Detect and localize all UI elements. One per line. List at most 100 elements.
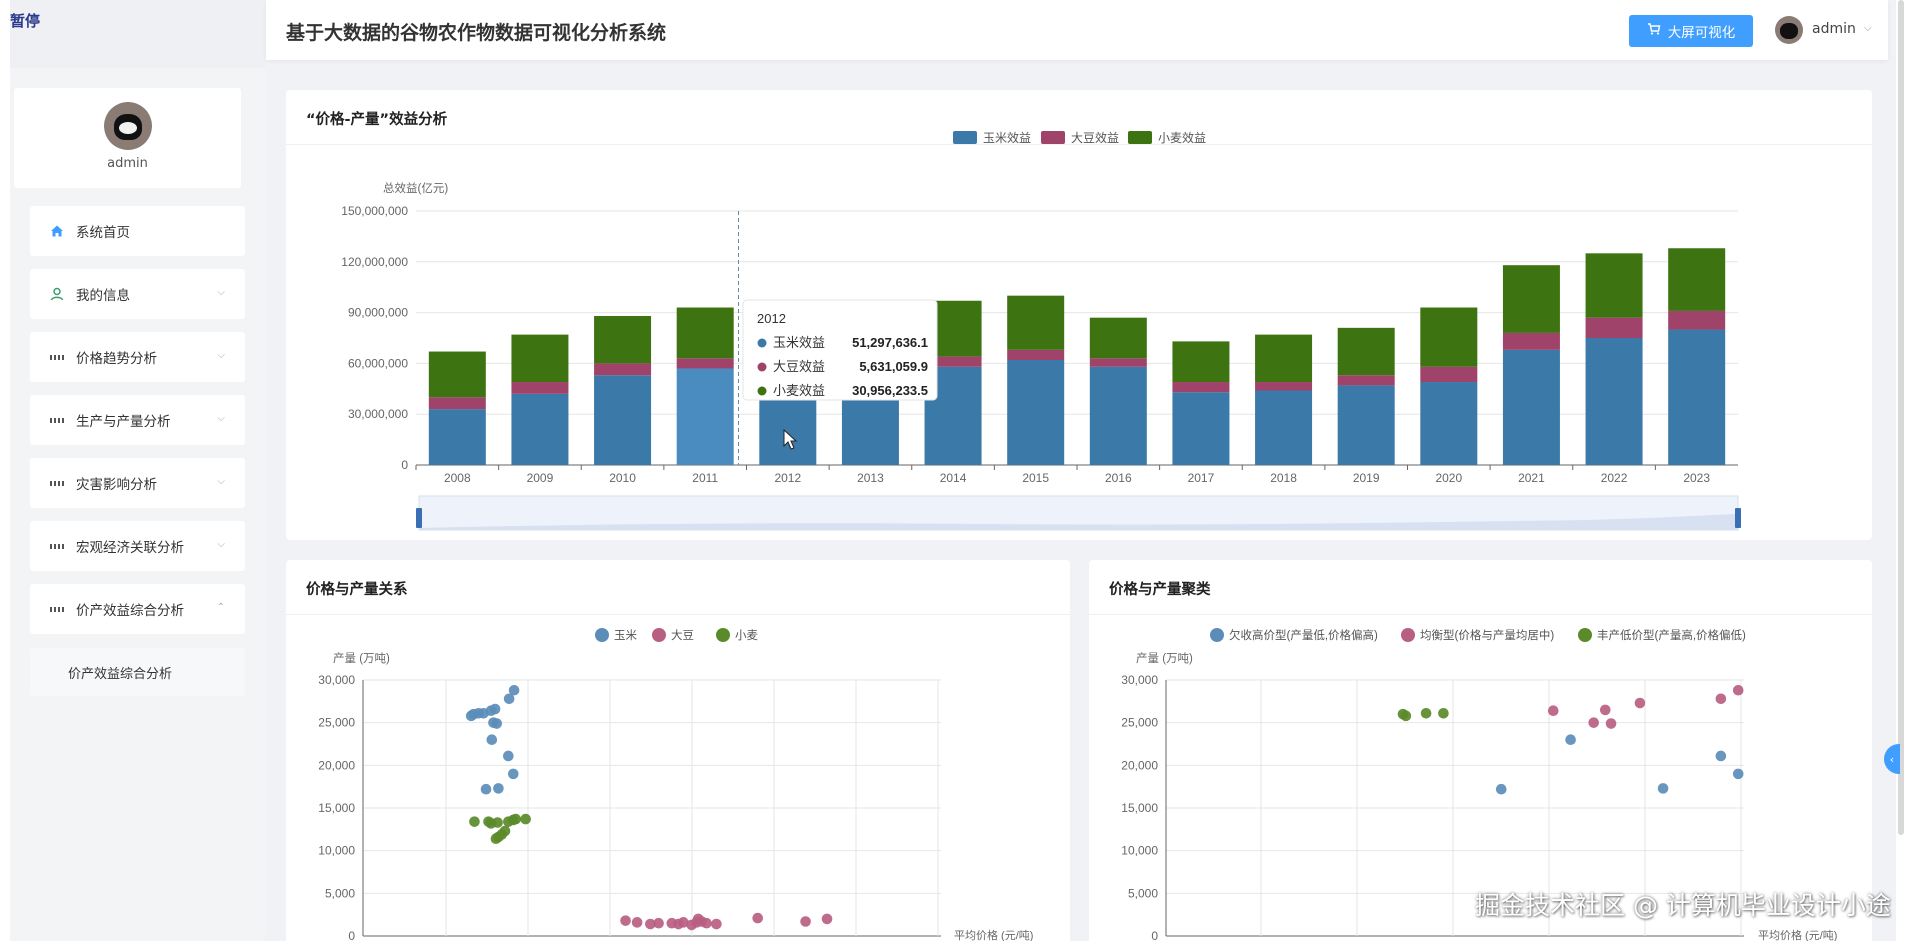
cluster-chart-card: 价格与产量聚类 欠收高价型(产量低,价格偏高) 均衡型(价格与产量均居中) 丰产低价… bbox=[1089, 560, 1872, 941]
sidebar-item-production[interactable]: 生产与产量分析 ⌵ bbox=[30, 395, 245, 445]
x-tick-label: 2022 bbox=[1601, 471, 1628, 485]
bar-wheat-2022 bbox=[1585, 253, 1643, 318]
submenu-item-price-benefit[interactable]: 价产效益综合分析 bbox=[30, 648, 245, 696]
y-tick-label: 0 bbox=[401, 458, 408, 472]
bar-wheat-2021 bbox=[1502, 265, 1560, 333]
x-tick-label: 2014 bbox=[940, 471, 967, 485]
bar-soy-2015 bbox=[1007, 349, 1065, 361]
bar-corn-2023 bbox=[1668, 329, 1726, 465]
bar-wheat-2011 bbox=[676, 307, 734, 359]
cluster-scatter-chart[interactable]: 欠收高价型(产量低,价格偏高) 均衡型(价格与产量均居中) 丰产低价型(产量高,价格… bbox=[1089, 560, 1872, 941]
y-tick-label: 10,000 bbox=[1121, 844, 1158, 858]
sidebar-logo-area bbox=[10, 0, 265, 68]
bar-wheat-2010 bbox=[594, 315, 652, 364]
point-1 bbox=[821, 913, 833, 925]
bar-soy-2010 bbox=[594, 363, 652, 376]
sidebar-item-label: 我的信息 bbox=[76, 288, 130, 304]
header-username[interactable]: admin bbox=[1812, 21, 1856, 37]
legend-marker bbox=[595, 628, 609, 642]
chevron-down-icon[interactable]: ⌵ bbox=[1864, 23, 1872, 34]
y-tick-label: 20,000 bbox=[1121, 758, 1158, 772]
sidebar-item-price-trend[interactable]: 价格趋势分析 ⌵ bbox=[30, 332, 245, 382]
chevron-down-icon: ⌵ bbox=[217, 539, 225, 550]
y-tick-label: 5,000 bbox=[1128, 886, 1158, 900]
chevron-down-icon: ⌵ bbox=[217, 287, 225, 298]
bar-corn-2017 bbox=[1172, 392, 1230, 465]
bar-corn-2019 bbox=[1337, 385, 1395, 465]
x-tick-label: 2008 bbox=[444, 471, 471, 485]
tooltip-value: 30,956,233.5 bbox=[852, 383, 928, 398]
bar-soy-2016 bbox=[1089, 358, 1147, 367]
collapse-tab-icon[interactable]: ‹ bbox=[1884, 744, 1900, 774]
x-tick-label: 2015 bbox=[1022, 471, 1049, 485]
point-0 bbox=[508, 684, 520, 696]
chevron-down-icon: ⌵ bbox=[217, 350, 225, 361]
scatter-chart-card: 价格与产量关系 玉米 大豆 小麦 产量 (万吨) 30,000 25,000 20,000 1… bbox=[286, 560, 1070, 941]
point-0 bbox=[1565, 734, 1576, 746]
scrollbar-thumb[interactable] bbox=[1898, 0, 1904, 835]
bar-wheat-2009 bbox=[511, 334, 569, 383]
y-tick-label: 10,000 bbox=[318, 844, 355, 858]
y-tick-label: 90,000,000 bbox=[348, 306, 408, 320]
bar-soy-2018 bbox=[1255, 382, 1313, 391]
pause-label[interactable]: 暂停 bbox=[10, 10, 40, 31]
sidebar-item-disaster[interactable]: 灾害影响分析 ⌵ bbox=[30, 458, 245, 508]
sidebar-item-my-info[interactable]: 我的信息 ⌵ bbox=[30, 269, 245, 319]
point-1 bbox=[752, 912, 763, 924]
point-2 bbox=[520, 813, 531, 825]
x-tick-label: 2021 bbox=[1518, 471, 1545, 485]
grid-icon bbox=[50, 413, 64, 427]
stacked-bar-chart[interactable]: 玉米效益 大豆效益 小麦效益总效益(亿元)150,000,000120,000,00… bbox=[286, 90, 1872, 540]
avatar[interactable] bbox=[103, 102, 152, 150]
bar-wheat-2008 bbox=[428, 351, 486, 398]
x-tick-label: 2017 bbox=[1188, 471, 1215, 485]
point-1 bbox=[1588, 717, 1600, 728]
bar-soy-2023 bbox=[1668, 310, 1726, 330]
point-0 bbox=[491, 718, 503, 729]
legend-swatch bbox=[1041, 131, 1065, 144]
point-2 bbox=[469, 816, 480, 827]
sidebar-item-home[interactable]: 系统首页 bbox=[30, 206, 245, 256]
sidebar-item-price-benefit[interactable]: 价产效益综合分析 ⌃ bbox=[30, 584, 245, 634]
header-avatar[interactable] bbox=[1775, 16, 1803, 44]
point-2 bbox=[499, 825, 511, 837]
y-tick-label: 120,000,000 bbox=[341, 255, 408, 269]
point-1 bbox=[620, 915, 631, 926]
chevron-up-icon: ⌃ bbox=[216, 602, 225, 613]
x-tick-label: 2011 bbox=[692, 471, 718, 485]
cart-icon bbox=[1647, 22, 1661, 40]
point-2 bbox=[492, 817, 503, 828]
sidebar-item-macro[interactable]: 宏观经济关联分析 ⌵ bbox=[30, 521, 245, 571]
bar-wheat-2018 bbox=[1255, 334, 1313, 383]
point-1 bbox=[1605, 718, 1617, 729]
sidebar-item-label: 灾害影响分析 bbox=[76, 477, 157, 493]
point-1 bbox=[1599, 704, 1611, 716]
legend-label: 玉米效益 bbox=[983, 130, 1031, 145]
tooltip-marker bbox=[757, 338, 767, 348]
bar-corn-2015 bbox=[1007, 360, 1065, 465]
bar-soy-2008 bbox=[428, 397, 486, 410]
y-tick-label: 15,000 bbox=[318, 801, 355, 815]
bar-corn-2016 bbox=[1089, 366, 1147, 465]
bar-corn-2009 bbox=[511, 393, 569, 465]
scatter-chart[interactable]: 玉米 大豆 小麦产量 (万吨) 30,000 25,000 20,000 15,000 10,… bbox=[286, 560, 1070, 941]
x-tick-label: 2019 bbox=[1353, 471, 1380, 485]
x-tick-label: 2010 bbox=[609, 471, 636, 485]
point-2 bbox=[510, 813, 522, 825]
point-2 bbox=[1438, 707, 1449, 719]
bar-soy-2019 bbox=[1337, 375, 1395, 386]
big-screen-label: 大屏可视化 bbox=[1667, 25, 1736, 41]
legend-label: 丰产低价型(产量高,价格偏低) bbox=[1597, 628, 1746, 642]
window-left-strip bbox=[0, 0, 10, 941]
page-title: 基于大数据的谷物农作物数据可视化分析系统 bbox=[286, 22, 667, 44]
bar-wheat-2020 bbox=[1420, 307, 1478, 367]
x-axis-label: 平均价格 (元/吨) bbox=[1758, 928, 1837, 941]
bar-corn-2018 bbox=[1255, 390, 1313, 465]
point-0 bbox=[503, 750, 514, 762]
big-screen-button[interactable]: 大屏可视化 bbox=[1629, 15, 1753, 47]
y-axis-label: 产量 (万吨) bbox=[333, 651, 390, 665]
legend-swatch bbox=[1128, 131, 1152, 144]
bar-wheat-2016 bbox=[1089, 317, 1147, 359]
y-tick-label: 0 bbox=[1151, 929, 1158, 941]
bar-corn-2008 bbox=[428, 409, 486, 465]
